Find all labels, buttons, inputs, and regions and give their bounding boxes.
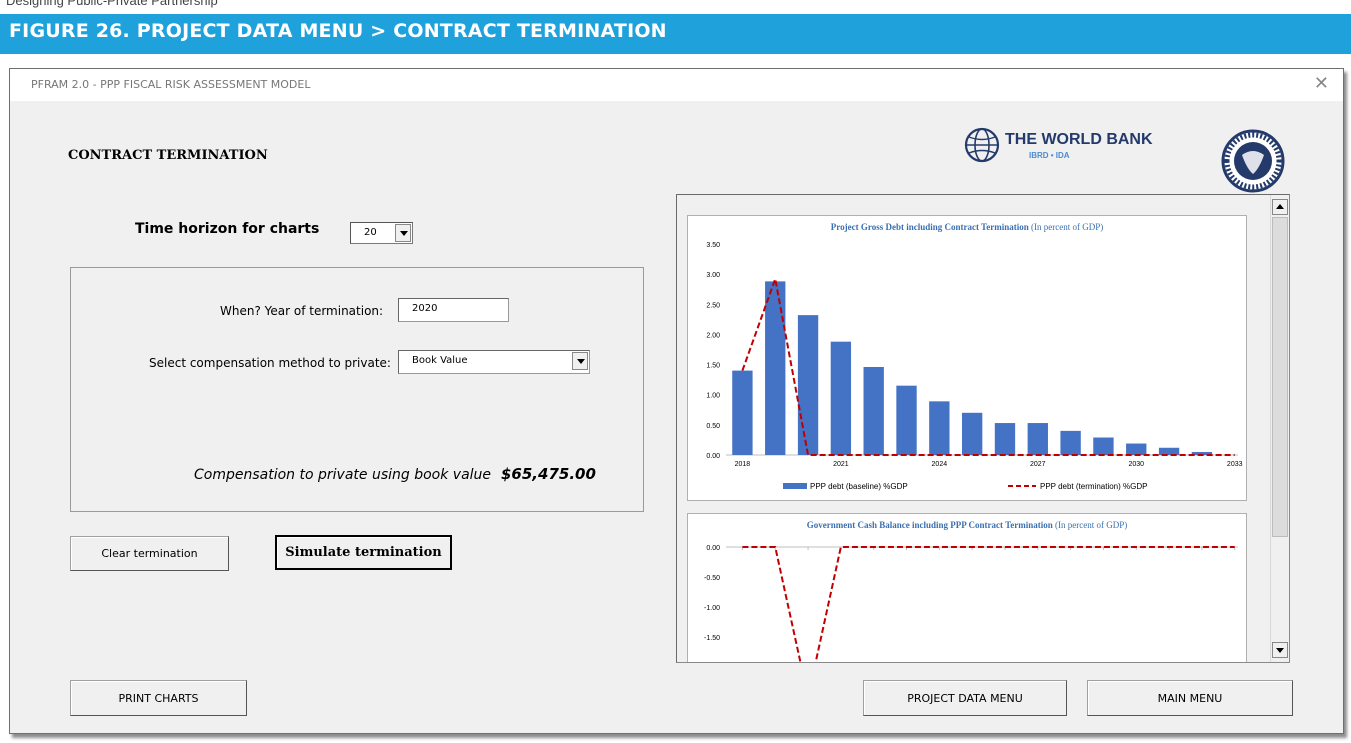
y-tick-label: 2.00 [706,332,720,339]
chevron-down-icon[interactable] [395,224,411,242]
charts-panel[interactable]: Project Gross Debt including Contract Te… [676,194,1290,663]
y-tick-label: -0.50 [704,575,720,582]
legend-label: PPP debt (termination) %GDP [1040,482,1147,491]
gross-debt-chart: Project Gross Debt including Contract Te… [687,215,1247,501]
chart-title-unit: (In percent of GDP) [1055,520,1128,530]
figure-banner: FIGURE 26. PROJECT DATA MENU > CONTRACT … [0,14,1351,54]
bar [1158,447,1180,455]
y-tick-label: 0.00 [706,545,720,552]
bar [863,366,884,455]
chart-title-unit: (In percent of GDP) [1030,222,1104,232]
y-tick-label: 1.00 [706,393,720,400]
worldbank-logo: THE WORLD BANK IBRD • IDA [962,125,1202,165]
y-tick-label: 0.00 [706,453,720,460]
worldbank-sub: IBRD • IDA [1029,151,1070,160]
scroll-up-icon[interactable] [1272,199,1288,215]
bar [830,341,852,455]
compensation-method-value: Book Value [412,355,468,366]
bar [1027,423,1048,455]
cash-balance-line [742,546,1235,662]
window-title: PFRAM 2.0 - PPP FISCAL RISK ASSESSMENT M… [31,78,311,91]
year-of-termination-label: When? Year of termination: [220,304,384,318]
compensation-label: Compensation to private using book value [194,467,492,483]
section-title: CONTRACT TERMINATION [68,148,268,163]
chart-title: Government Cash Balance including PPP Co… [688,520,1246,530]
legend-label: PPP debt (baseline) %GDP [810,482,908,491]
close-icon[interactable]: ✕ [1314,74,1329,94]
bar [961,412,983,455]
x-tick-label: 2021 [833,461,849,468]
bar [1060,430,1081,455]
vertical-scrollbar[interactable] [1270,195,1289,662]
imf-seal-icon [1221,129,1285,193]
cash-balance-chart: Government Cash Balance including PPP Co… [687,513,1247,662]
compensation-value: $65,475.00 [501,465,596,483]
y-tick-label: 3.50 [706,242,720,249]
x-tick-label: 2030 [1128,461,1144,468]
bar [797,315,819,455]
page-text-top: Designing Public-Private Partnership [6,0,218,8]
y-tick-label: -1.50 [704,635,720,642]
main-menu-button[interactable]: MAIN MENU [1087,680,1293,716]
print-charts-button[interactable]: PRINT CHARTS [70,680,247,716]
time-horizon-value: 20 [364,227,377,238]
chart-title-text: Government Cash Balance including PPP Co… [806,520,1053,530]
bar [929,401,950,455]
worldbank-name: THE WORLD BANK [1005,131,1153,148]
x-tick-label: 2024 [932,461,948,468]
scroll-down-icon[interactable] [1272,642,1288,658]
y-tick-label: 0.50 [706,423,720,430]
time-horizon-label: Time horizon for charts [135,221,320,237]
project-data-menu-button[interactable]: PROJECT DATA MENU [863,680,1067,716]
year-of-termination-input[interactable]: 2020 [398,298,509,322]
chart-title-text: Project Gross Debt including Contract Te… [830,222,1029,232]
bar [896,385,917,455]
chevron-down-icon[interactable] [572,352,588,370]
bar [1126,443,1147,455]
simulate-termination-button[interactable]: Simulate termination [275,535,452,570]
clear-termination-button[interactable]: Clear termination [70,536,229,571]
pfram-dialog: PFRAM 2.0 - PPP FISCAL RISK ASSESSMENT M… [9,68,1344,734]
bar [732,370,753,455]
y-tick-label: 1.50 [706,363,720,370]
y-tick-label: 3.00 [706,272,720,279]
figure-title: FIGURE 26. PROJECT DATA MENU > CONTRACT … [9,20,667,42]
chart-title: Project Gross Debt including Contract Te… [688,222,1246,232]
x-tick-label: 2018 [735,461,751,468]
legend-swatch-bar [783,483,807,489]
bar [765,281,786,455]
time-horizon-select[interactable]: 20 [350,222,413,244]
bar [1093,437,1114,455]
globe-icon [964,127,1000,163]
cash-balance-plot: 0.00 -0.50 -1.00 -1.50 [704,545,1238,662]
bar [994,423,1016,455]
gross-debt-plot: 3.50 3.00 2.50 2.00 1.50 1.00 0.50 0.00 2018 2021… [706,242,1243,491]
scroll-thumb[interactable] [1272,217,1288,537]
y-tick-label: -1.00 [704,605,720,612]
dialog-titlebar: PFRAM 2.0 - PPP FISCAL RISK ASSESSMENT M… [10,69,1343,101]
compensation-method-label: Select compensation method to private: [149,356,391,370]
x-tick-label: 2027 [1030,461,1046,468]
y-tick-label: 2.50 [706,302,720,309]
compensation-method-select[interactable]: Book Value [398,350,590,374]
x-tick-label: 2033 [1227,461,1243,468]
